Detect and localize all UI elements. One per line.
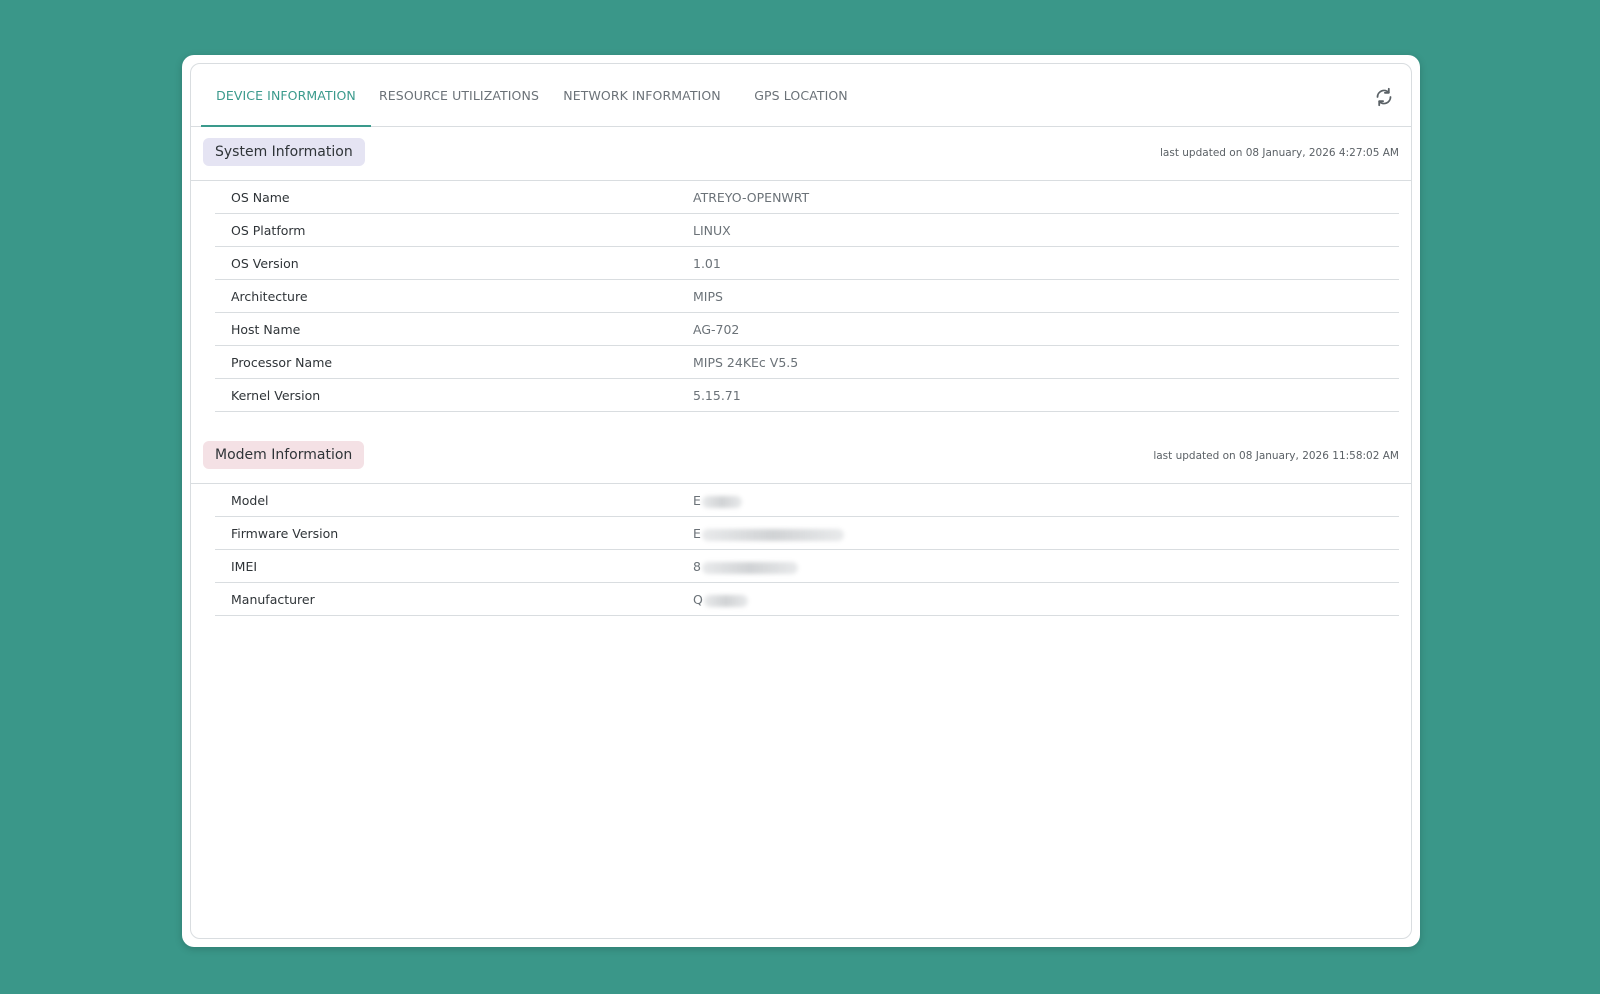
- manufacturer-value-text: Q: [693, 592, 703, 607]
- tab-label: DEVICE INFORMATION: [216, 87, 356, 103]
- imei-value-text: 8: [693, 559, 701, 574]
- table-row: OS Version 1.01: [215, 247, 1399, 280]
- device-info-window: DEVICE INFORMATION RESOURCE UTILIZATIONS…: [182, 55, 1420, 947]
- table-row: Host Name AG-702: [215, 313, 1399, 346]
- redacted-blur: [703, 594, 748, 607]
- redacted-blur: [701, 495, 742, 508]
- system-information-title: System Information: [203, 138, 365, 166]
- row-value: MIPS: [693, 289, 723, 304]
- table-row: IMEI 8: [215, 550, 1399, 583]
- model-value-text: E: [693, 493, 701, 508]
- table-row: Kernel Version 5.15.71: [215, 379, 1399, 412]
- table-row: Manufacturer Q: [215, 583, 1399, 616]
- row-value: MIPS 24KEc V5.5: [693, 355, 799, 370]
- system-information-header: System Information last updated on 08 Ja…: [191, 126, 1411, 181]
- table-row: Model E: [215, 484, 1399, 517]
- tab-label: GPS LOCATION: [754, 87, 848, 103]
- modem-information-header: Modem Information last updated on 08 Jan…: [191, 429, 1411, 484]
- row-value: Q: [693, 583, 748, 616]
- refresh-button[interactable]: [1371, 84, 1397, 110]
- row-value: E: [693, 484, 742, 517]
- tab-resource-utilizations[interactable]: RESOURCE UTILIZATIONS: [371, 64, 547, 126]
- row-value: AG-702: [693, 322, 740, 337]
- row-key: OS Platform: [231, 223, 306, 238]
- tab-bar: DEVICE INFORMATION RESOURCE UTILIZATIONS…: [191, 64, 1411, 127]
- redacted-blur: [701, 561, 798, 574]
- row-key: Processor Name: [231, 355, 333, 370]
- row-value: 5.15.71: [693, 388, 741, 403]
- table-row: OS Platform LINUX: [215, 214, 1399, 247]
- row-value: 8: [693, 550, 798, 583]
- table-row: Architecture MIPS: [215, 280, 1399, 313]
- row-key: Host Name: [231, 322, 301, 337]
- row-key: Architecture: [231, 289, 308, 304]
- table-row: Processor Name MIPS 24KEc V5.5: [215, 346, 1399, 379]
- row-key: Model: [231, 493, 269, 508]
- row-key: OS Version: [231, 256, 299, 271]
- tab-label: RESOURCE UTILIZATIONS: [379, 87, 539, 103]
- system-last-updated: last updated on 08 January, 2026 4:27:05…: [1160, 147, 1399, 159]
- row-key: Manufacturer: [231, 592, 315, 607]
- table-row: Firmware Version E: [215, 517, 1399, 550]
- modem-last-updated: last updated on 08 January, 2026 11:58:0…: [1153, 450, 1399, 462]
- firmware-value-text: E: [693, 526, 701, 541]
- device-info-panel: DEVICE INFORMATION RESOURCE UTILIZATIONS…: [190, 63, 1412, 939]
- row-value: 1.01: [693, 256, 721, 271]
- tab-label: NETWORK INFORMATION: [563, 87, 721, 103]
- tab-gps-location[interactable]: GPS LOCATION: [737, 64, 865, 126]
- redacted-blur: [701, 528, 844, 541]
- modem-information-table: Model E Firmware Version E IMEI 8 Manufa…: [215, 484, 1399, 616]
- row-key: IMEI: [231, 559, 258, 574]
- table-row: OS Name ATREYO-OPENWRT: [215, 181, 1399, 214]
- row-key: Kernel Version: [231, 388, 321, 403]
- refresh-icon: [1376, 87, 1392, 107]
- row-value: ATREYO-OPENWRT: [693, 190, 810, 205]
- system-information-table: OS Name ATREYO-OPENWRT OS Platform LINUX…: [215, 181, 1399, 412]
- row-value: E: [693, 517, 844, 550]
- tab-network-information[interactable]: NETWORK INFORMATION: [547, 64, 737, 126]
- row-value: LINUX: [693, 223, 731, 238]
- modem-information-title: Modem Information: [203, 441, 365, 469]
- row-key: Firmware Version: [231, 526, 339, 541]
- row-key: OS Name: [231, 190, 290, 205]
- tab-device-information[interactable]: DEVICE INFORMATION: [201, 64, 371, 127]
